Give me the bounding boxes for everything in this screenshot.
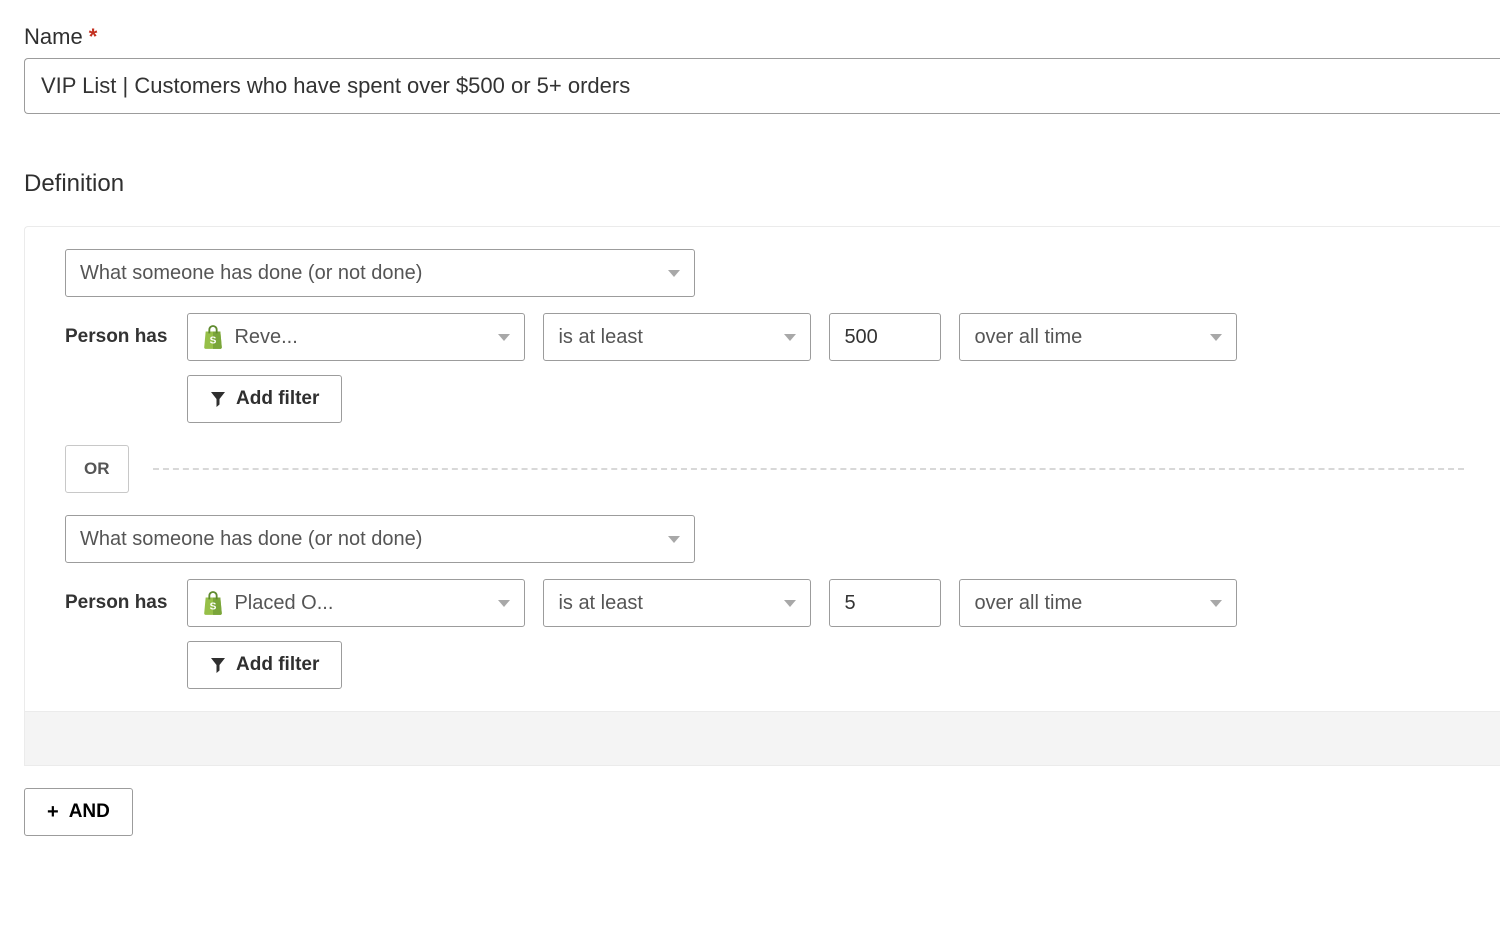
timeframe-value: over all time xyxy=(974,326,1082,349)
name-label: Name * xyxy=(24,24,1500,50)
chevron-down-icon xyxy=(1210,600,1222,607)
operator-value: is at least xyxy=(558,592,642,615)
filter-icon xyxy=(210,657,226,673)
metric-select[interactable]: Placed O... xyxy=(187,579,525,627)
add-filter-button[interactable]: Add filter xyxy=(187,375,342,423)
operator-select[interactable]: is at least xyxy=(543,313,811,361)
person-has-label: Person has xyxy=(65,592,167,614)
chevron-down-icon xyxy=(668,536,680,543)
or-pill[interactable]: OR xyxy=(65,445,129,493)
chevron-down-icon xyxy=(668,270,680,277)
chevron-down-icon xyxy=(784,334,796,341)
or-dashed-line xyxy=(153,468,1465,470)
definition-footer-strip xyxy=(25,711,1500,765)
condition-type-select[interactable]: What someone has done (or not done) xyxy=(65,249,695,297)
value-input[interactable] xyxy=(829,313,941,361)
name-label-text: Name xyxy=(24,24,83,50)
chevron-down-icon xyxy=(1210,334,1222,341)
plus-icon: + xyxy=(47,802,59,822)
condition-type-value: What someone has done (or not done) xyxy=(80,528,422,551)
timeframe-select[interactable]: over all time xyxy=(959,313,1237,361)
condition-type-value: What someone has done (or not done) xyxy=(80,262,422,285)
condition-group: What someone has done (or not done) Pers… xyxy=(25,227,1500,445)
add-filter-label: Add filter xyxy=(236,654,319,676)
operator-select[interactable]: is at least xyxy=(543,579,811,627)
condition-type-select[interactable]: What someone has done (or not done) xyxy=(65,515,695,563)
timeframe-value: over all time xyxy=(974,592,1082,615)
chevron-down-icon xyxy=(784,600,796,607)
shopify-bag-icon xyxy=(202,325,224,349)
metric-value: Placed O... xyxy=(234,592,333,615)
and-label: AND xyxy=(69,801,110,823)
operator-value: is at least xyxy=(558,326,642,349)
condition-group: What someone has done (or not done) Pers… xyxy=(25,493,1500,711)
person-has-label: Person has xyxy=(65,326,167,348)
name-input[interactable] xyxy=(24,58,1500,114)
chevron-down-icon xyxy=(498,334,510,341)
filter-icon xyxy=(210,391,226,407)
metric-select[interactable]: Reve... xyxy=(187,313,525,361)
timeframe-select[interactable]: over all time xyxy=(959,579,1237,627)
definition-heading: Definition xyxy=(24,170,1500,198)
add-filter-label: Add filter xyxy=(236,388,319,410)
add-and-button[interactable]: + AND xyxy=(24,788,133,836)
shopify-bag-icon xyxy=(202,591,224,615)
value-input[interactable] xyxy=(829,579,941,627)
chevron-down-icon xyxy=(498,600,510,607)
definition-block: What someone has done (or not done) Pers… xyxy=(24,226,1500,766)
add-filter-button[interactable]: Add filter xyxy=(187,641,342,689)
or-separator: OR xyxy=(25,445,1500,493)
required-indicator: * xyxy=(89,24,98,50)
metric-value: Reve... xyxy=(234,326,297,349)
